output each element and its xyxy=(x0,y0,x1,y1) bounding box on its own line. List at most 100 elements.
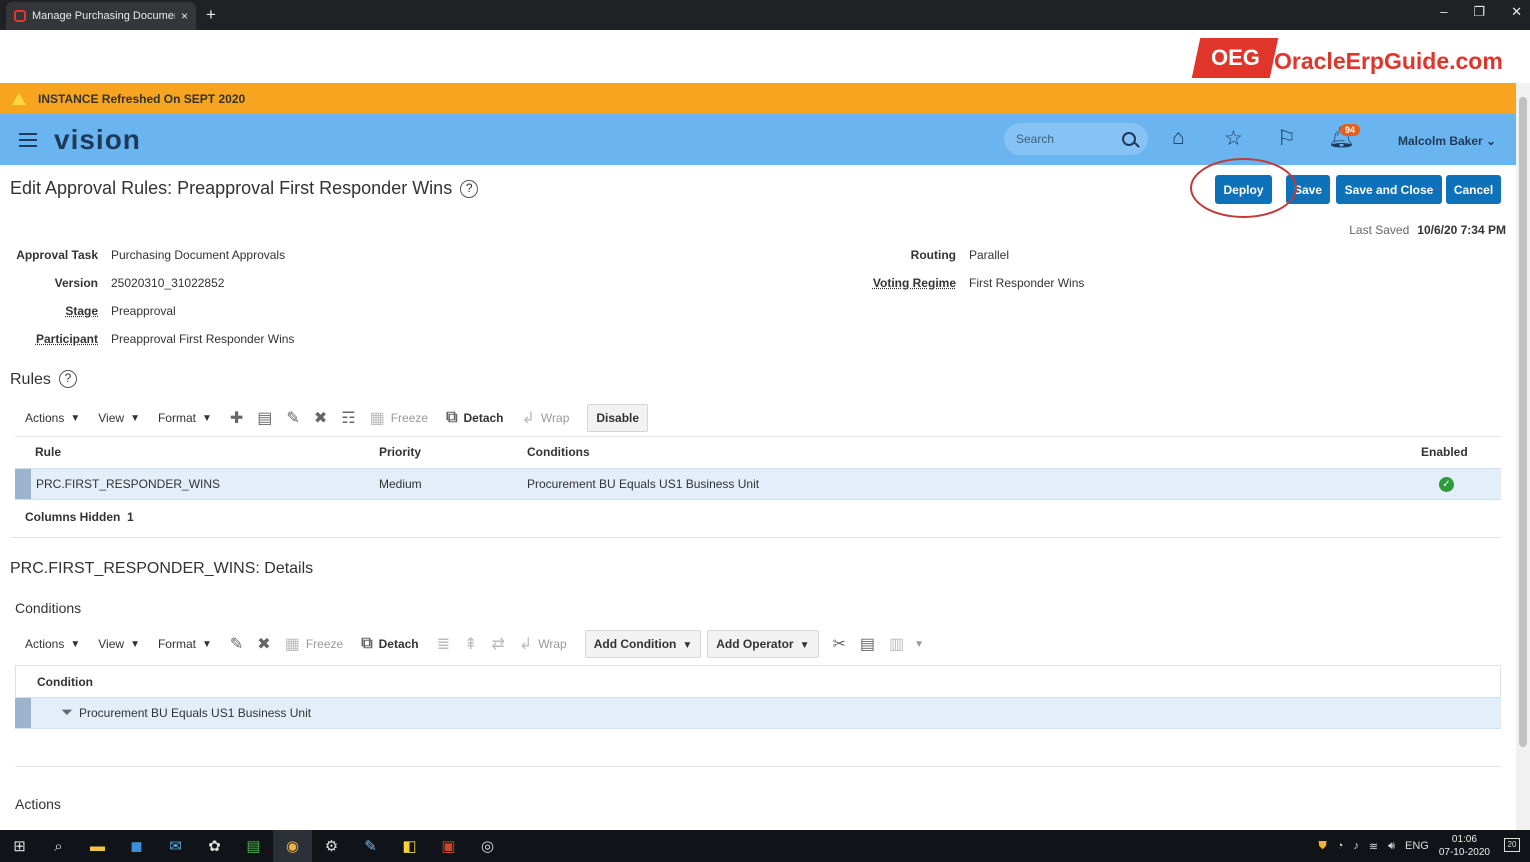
detach-icon: ⧉ xyxy=(361,635,373,652)
view-menu[interactable]: View ▼ xyxy=(98,411,140,425)
wrap-button[interactable]: ↲ Wrap xyxy=(519,634,567,654)
actions-menu[interactable]: Actions ▼ xyxy=(25,411,80,425)
paste-menu-caret-icon[interactable]: ▼ xyxy=(914,639,924,650)
outdent-icon[interactable]: ⇞ xyxy=(464,634,477,654)
search-icon[interactable] xyxy=(1122,132,1136,146)
menu-icon[interactable] xyxy=(19,133,37,147)
search-input[interactable]: Search xyxy=(1016,132,1054,146)
format-menu[interactable]: Format ▼ xyxy=(158,637,212,651)
language-indicator[interactable]: ENG xyxy=(1405,840,1429,852)
col-condition[interactable]: Condition xyxy=(37,675,93,689)
stage-label[interactable]: Stage xyxy=(10,304,98,318)
system-tray: ⛊ ◔ ♪ ≋ 🔊︎ ENG 01:06 07-10-2020 xyxy=(1318,830,1490,862)
powerpoint-icon[interactable]: ▣ xyxy=(429,830,468,862)
col-rule[interactable]: Rule xyxy=(35,445,61,459)
actions-menu[interactable]: Actions ▼ xyxy=(25,637,80,651)
logo-text: OracleErpGuide.com xyxy=(1274,48,1503,74)
page-scrollbar[interactable] xyxy=(1516,83,1530,830)
indent-icon[interactable]: ≣ xyxy=(437,634,450,654)
search-box[interactable]: Search xyxy=(1004,123,1148,155)
table-row[interactable]: ⏷ Procurement BU Equals US1 Business Uni… xyxy=(15,697,1501,729)
help-icon[interactable]: ? xyxy=(460,180,479,198)
paste-icon[interactable]: ▥ xyxy=(889,634,904,654)
tray-wifi-icon[interactable]: ≋ xyxy=(1369,840,1378,853)
rules-help-icon[interactable]: ? xyxy=(58,370,77,388)
freeze-button[interactable]: ▦ Freeze xyxy=(285,634,343,654)
recorder-icon[interactable]: ◎ xyxy=(468,830,507,862)
edit-app-icon[interactable]: ✎ xyxy=(351,830,390,862)
wrap-label: Wrap xyxy=(538,637,567,651)
col-enabled[interactable]: Enabled xyxy=(1421,445,1468,459)
approval-task-value: Purchasing Document Approvals xyxy=(111,248,286,262)
close-window-icon[interactable]: ✕ xyxy=(1511,4,1522,20)
detach-button[interactable]: ⧉ Detach xyxy=(446,409,503,427)
row-selector[interactable] xyxy=(15,469,31,499)
mail-icon[interactable]: ✉ xyxy=(156,830,195,862)
delete-icon[interactable]: ✖ xyxy=(314,408,327,428)
oracle-favicon-icon xyxy=(14,10,26,22)
search-icon[interactable]: ⌕ xyxy=(39,830,78,862)
participant-label[interactable]: Participant xyxy=(10,332,98,346)
voting-regime-label[interactable]: Voting Regime xyxy=(840,276,956,290)
cancel-button[interactable]: Cancel xyxy=(1446,175,1501,204)
detach-button[interactable]: ⧉ Detach xyxy=(361,635,418,653)
query-by-example-icon[interactable]: ☶ xyxy=(341,408,355,428)
cut-icon[interactable]: ✂ xyxy=(833,634,846,654)
wrap-button[interactable]: ↲ Wrap xyxy=(522,408,570,428)
windows-start-icon[interactable]: ⊞ xyxy=(0,830,39,862)
paint-icon[interactable]: ✿ xyxy=(195,830,234,862)
tray-shield-icon[interactable]: ⛊ xyxy=(1318,840,1326,853)
home-icon[interactable]: ⌂ xyxy=(1172,126,1185,150)
tab-close-icon[interactable]: × xyxy=(181,9,188,23)
actions-heading: Actions xyxy=(15,796,61,812)
sticky-notes-icon[interactable]: ◧ xyxy=(390,830,429,862)
duplicate-icon[interactable]: ▤ xyxy=(257,408,272,428)
new-tab-button[interactable]: + xyxy=(206,5,216,25)
chrome-icon[interactable]: ◉ xyxy=(273,830,312,862)
wrap-icon: ↲ xyxy=(521,410,535,427)
restore-icon[interactable]: ❐ xyxy=(1473,4,1485,20)
delete-icon[interactable]: ✖ xyxy=(257,634,270,654)
col-priority[interactable]: Priority xyxy=(379,445,421,459)
page-title-text: Edit Approval Rules: Preapproval First R… xyxy=(10,178,453,198)
user-menu[interactable]: Malcolm Baker ⌄ xyxy=(1398,134,1496,148)
flag-icon[interactable]: ⚐ xyxy=(1277,126,1296,151)
edit-pencil-icon[interactable]: ✎ xyxy=(230,634,243,654)
tray-network-icon[interactable]: ◔ xyxy=(1337,840,1344,852)
disable-button[interactable]: Disable xyxy=(587,404,649,432)
file-explorer-icon[interactable]: ▬ xyxy=(78,830,117,862)
brand-logo[interactable]: vision xyxy=(54,124,141,156)
outlook-icon[interactable]: ◼ xyxy=(117,830,156,862)
col-conditions[interactable]: Conditions xyxy=(527,445,590,459)
caret-down-icon: ▼ xyxy=(130,412,140,424)
minimize-icon[interactable]: – xyxy=(1440,4,1447,20)
oeg-logo: OEG xyxy=(1191,38,1279,78)
view-label: View xyxy=(98,411,125,425)
move-icon[interactable]: ⇄ xyxy=(491,634,504,654)
notification-center-icon[interactable]: 20 xyxy=(1504,838,1520,852)
copy-icon[interactable]: ▤ xyxy=(860,634,875,654)
edit-pencil-icon[interactable]: ✎ xyxy=(286,408,299,428)
browser-tab[interactable]: Manage Purchasing Document A × xyxy=(6,2,196,30)
caret-down-icon: ▼ xyxy=(682,640,693,651)
freeze-button[interactable]: ▦ Freeze xyxy=(370,408,428,428)
favorites-star-icon[interactable]: ☆ xyxy=(1224,126,1243,151)
rules-toolbar: Actions ▼ View ▼ Format ▼ ✚ ▤ ✎ ✖ ☶ ▦ Freeze… xyxy=(25,404,654,432)
warning-icon xyxy=(12,92,26,105)
notification-count-badge: 94 xyxy=(1340,124,1361,136)
wrap-icon: ↲ xyxy=(518,636,533,653)
clock[interactable]: 01:06 07-10-2020 xyxy=(1439,833,1490,859)
tray-volume-icon[interactable]: 🔊︎ xyxy=(1388,840,1395,853)
save-and-close-button[interactable]: Save and Close xyxy=(1336,175,1442,204)
add-condition-button[interactable]: Add Condition ▼ xyxy=(584,630,702,658)
tool-icon[interactable]: ⚙ xyxy=(312,830,351,862)
scrollbar-thumb[interactable] xyxy=(1519,97,1527,747)
add-icon[interactable]: ✚ xyxy=(230,408,243,428)
table-row[interactable]: PRC.FIRST_RESPONDER_WINS Medium Procurem… xyxy=(15,468,1501,500)
add-operator-button[interactable]: Add Operator ▼ xyxy=(707,630,819,658)
notepad-icon[interactable]: ▤ xyxy=(234,830,273,862)
tray-mic-icon[interactable]: ♪ xyxy=(1353,840,1359,852)
row-selector[interactable] xyxy=(15,698,31,728)
format-menu[interactable]: Format ▼ xyxy=(158,411,212,425)
view-menu[interactable]: View ▼ xyxy=(98,637,140,651)
